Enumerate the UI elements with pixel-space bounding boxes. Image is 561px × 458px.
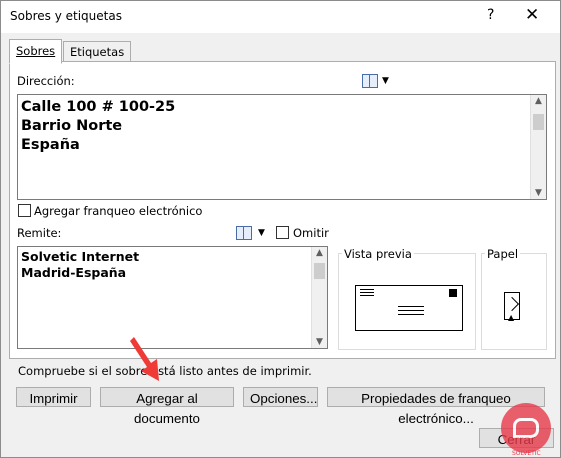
help-button[interactable]: ? [487,7,494,23]
preview-group[interactable] [338,253,476,350]
scroll-up-icon[interactable]: ▲ [312,248,327,258]
return-address-label: Remite: [17,226,62,240]
add-to-document-button[interactable]: Agregar al documento [100,387,234,426]
address-label: Dirección: [17,74,75,88]
address-scrollbar[interactable]: ▲ ▼ [530,95,546,199]
stamp-icon [449,289,457,297]
address-line: Calle 100 # 100-25 [21,99,176,115]
feed-group[interactable]: ▲ [481,253,547,350]
options-button[interactable]: Opciones... [243,387,318,407]
return-line: Madrid-España [21,265,127,280]
scroll-down-icon[interactable]: ▼ [312,337,327,347]
return-address-book-icon[interactable] [236,226,252,240]
scroll-thumb[interactable] [314,263,325,279]
postage-checkbox[interactable] [18,204,31,217]
title-bar: Sobres y etiquetas ? ✕ [1,1,560,33]
solvetic-logo [501,403,551,453]
red-arrow-annotation [130,337,159,381]
postage-properties-button[interactable]: Propiedades de franqueo electrónico... [327,387,545,426]
close-window-button[interactable]: ✕ [525,5,539,25]
return-address-textarea[interactable]: Solvetic Internet Madrid-España ▲ ▼ [17,246,328,349]
envelopes-panel: Dirección: ▼ Calle 100 # 100-25 Barrio N… [9,61,556,359]
address-line: Barrio Norte [21,118,123,134]
print-button[interactable]: Imprimir [16,387,91,407]
scroll-thumb[interactable] [533,114,544,130]
tab-sobres[interactable]: Sobres [9,39,63,64]
tab-etiquetas-label: Etiquetas [70,45,125,59]
window-title: Sobres y etiquetas [10,9,122,23]
address-textarea[interactable]: Calle 100 # 100-25 Barrio Norte España ▲… [17,94,547,200]
address-book-icon[interactable] [362,74,378,88]
return-line: Solvetic Internet [21,249,140,264]
scroll-up-icon[interactable]: ▲ [531,96,546,106]
tab-sobres-label: Sobres [16,44,56,58]
chevron-down-icon[interactable]: ▼ [258,228,265,238]
postage-label: Agregar franqueo electrónico [34,204,203,218]
address-line: España [21,137,80,153]
chevron-down-icon[interactable]: ▼ [382,76,389,86]
omit-label: Omitir [293,226,329,240]
envelope-preview[interactable] [355,285,463,331]
envelopes-dialog: Sobres y etiquetas ? ✕ Sobres Etiquetas … [0,0,561,458]
scroll-down-icon[interactable]: ▼ [531,188,546,198]
tab-etiquetas[interactable]: Etiquetas [63,41,132,63]
preview-label: Vista previa [342,247,414,261]
feed-label: Papel [485,247,521,261]
return-scrollbar[interactable]: ▲ ▼ [311,247,327,348]
omit-checkbox[interactable] [276,226,289,239]
watermark-text: SOLVETIC [512,450,541,457]
envelope-feed-icon: ▲ [504,292,520,322]
